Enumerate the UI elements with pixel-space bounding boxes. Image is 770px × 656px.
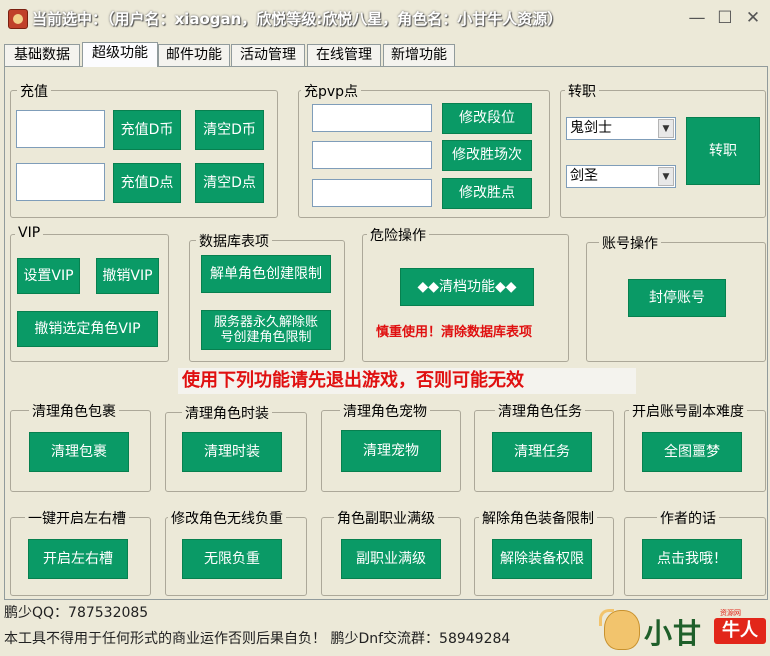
modify-win-points-button[interactable]: 修改胜点 (442, 178, 532, 209)
clean-pet-label: 清理角色宠物 (340, 401, 430, 421)
maximize-button[interactable]: ☐ (714, 6, 736, 30)
tab-super-functions[interactable]: 超级功能 (82, 42, 158, 67)
clear-d-point-button[interactable]: 清空D点 (195, 163, 264, 203)
dungeon-difficulty-label: 开启账号副本难度 (629, 401, 747, 421)
logo-tiny-text: 资源网 (720, 609, 741, 617)
title-bar: 当前选中：（用户名：xiaogan，欣悦等级:欣悦八星，角色名：小甘牛人资源） … (0, 0, 770, 38)
d-point-input[interactable] (16, 163, 105, 201)
clean-fashion-button[interactable]: 清理时装 (182, 432, 282, 472)
job-change-button[interactable]: 转职 (686, 117, 760, 185)
pvp-win-points-input[interactable] (312, 179, 432, 207)
clean-task-button[interactable]: 清理任务 (492, 432, 592, 472)
danger-warning: 慎重使用！清除数据库表项 (376, 325, 533, 340)
recharge-d-point-button[interactable]: 充值D点 (113, 163, 181, 203)
author-label: 作者的话 (657, 508, 719, 528)
bull-icon (599, 609, 640, 650)
pvp-wins-input[interactable] (312, 141, 432, 169)
disclaimer: 本工具不得用于任何形式的商业运作否则后果自负！ 鹏少Dnf交流群：5894928… (4, 631, 511, 647)
exit-game-notice: 使用下列功能请先退出游戏，否则可能无效 (178, 368, 636, 394)
class-select-value: 鬼剑士 (570, 120, 612, 136)
brand-logo: 小甘 资源网 牛人 (599, 608, 768, 654)
tab-activity[interactable]: 活动管理 (231, 44, 305, 66)
account-label: 账号操作 (599, 233, 661, 253)
tab-online[interactable]: 在线管理 (307, 44, 381, 66)
clean-bag-button[interactable]: 清理包裹 (29, 432, 129, 472)
modify-wins-button[interactable]: 修改胜场次 (442, 140, 532, 171)
subclass-select-value: 剑圣 (570, 168, 598, 184)
clean-fashion-label: 清理角色时装 (182, 403, 272, 423)
chevron-down-icon[interactable]: ▼ (658, 119, 674, 138)
app-icon (8, 9, 28, 29)
chevron-down-icon[interactable]: ▼ (658, 167, 674, 186)
recharge-label: 充值 (17, 81, 51, 101)
pvp-rank-input[interactable] (312, 104, 432, 132)
revoke-selected-vip-button[interactable]: 撤销选定角色VIP (17, 311, 158, 347)
click-me-button[interactable]: 点击我哦！ (642, 539, 742, 579)
set-vip-button[interactable]: 设置VIP (17, 258, 80, 294)
clean-bag-label: 清理角色包裹 (29, 401, 119, 421)
unlock-server-button[interactable]: 服务器永久解除账号创建角色限制 (201, 310, 331, 350)
tab-mail[interactable]: 邮件功能 (158, 44, 230, 66)
clean-task-label: 清理角色任务 (495, 401, 585, 421)
author-qq: 鹏少QQ：787532085 (4, 605, 149, 621)
revoke-vip-button[interactable]: 撤销VIP (96, 258, 159, 294)
clear-d-coin-button[interactable]: 清空D币 (195, 110, 264, 150)
clear-data-button[interactable]: ◆◆清档功能◆◆ (400, 268, 534, 306)
tab-new-features[interactable]: 新增功能 (383, 44, 455, 66)
unlimited-weight-button[interactable]: 无限负重 (182, 539, 282, 579)
job-change-label: 转职 (565, 81, 599, 101)
ban-account-button[interactable]: 封停账号 (628, 279, 726, 317)
nightmare-all-maps-button[interactable]: 全图噩梦 (642, 432, 742, 472)
modify-rank-button[interactable]: 修改段位 (442, 103, 532, 134)
d-coin-input[interactable] (16, 110, 105, 148)
window-title: 当前选中：（用户名：xiaogan，欣悦等级:欣悦八星，角色名：小甘牛人资源） (32, 10, 563, 28)
open-slots-button[interactable]: 开启左右槽 (28, 539, 128, 579)
subjob-label: 角色副职业满级 (334, 508, 438, 528)
pvp-label: 充pvp点 (301, 81, 362, 101)
logo-text: 小甘 (644, 617, 703, 650)
weight-label: 修改角色无线负重 (168, 508, 286, 528)
vip-label: VIP (15, 225, 44, 241)
clean-pet-button[interactable]: 清理宠物 (341, 430, 441, 472)
danger-label: 危险操作 (367, 225, 429, 245)
remove-equip-limit-button[interactable]: 解除装备权限 (492, 539, 592, 579)
close-button[interactable]: ✕ (742, 6, 764, 30)
minimize-button[interactable]: — (686, 6, 708, 30)
subjob-max-button[interactable]: 副职业满级 (341, 539, 441, 579)
database-label: 数据库表项 (196, 231, 272, 251)
subclass-select[interactable]: 剑圣 ▼ (566, 165, 676, 188)
tab-basic-data[interactable]: 基础数据 (4, 44, 80, 66)
logo-red-text: 牛人 (714, 618, 766, 644)
recharge-d-coin-button[interactable]: 充值D币 (113, 110, 181, 150)
unlock-single-role-button[interactable]: 解单角色创建限制 (201, 255, 331, 293)
open-slots-label: 一键开启左右槽 (25, 508, 129, 528)
equip-limit-label: 解除角色装备限制 (479, 508, 597, 528)
class-select[interactable]: 鬼剑士 ▼ (566, 117, 676, 140)
